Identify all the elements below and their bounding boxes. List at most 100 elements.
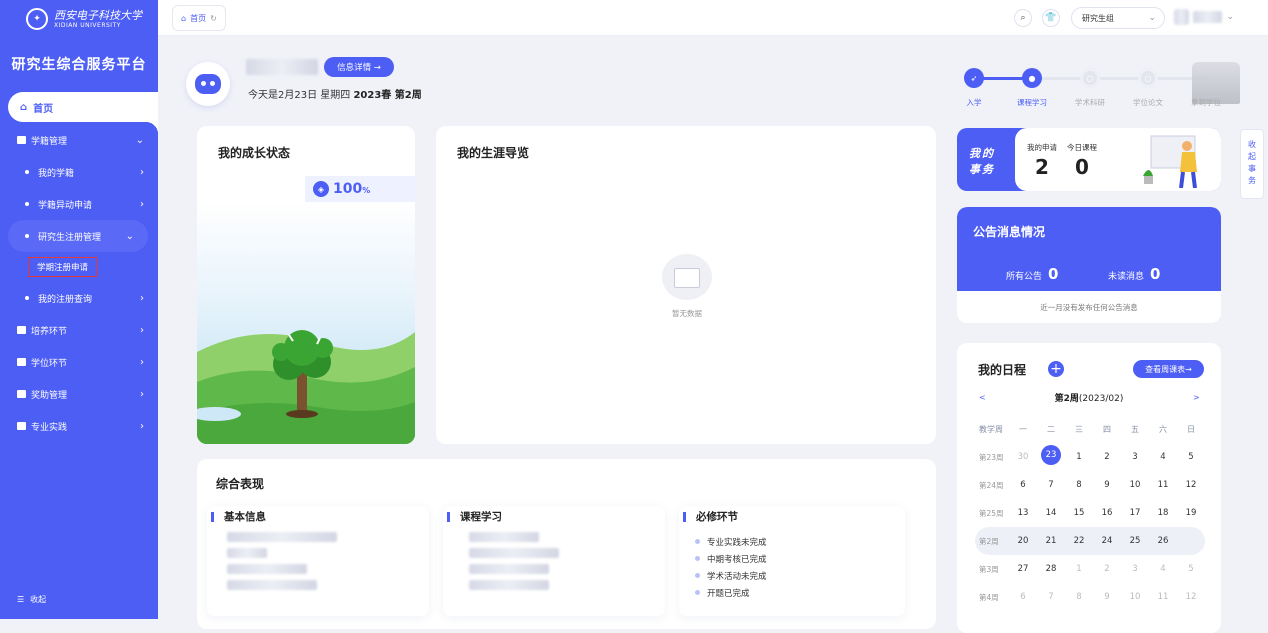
calendar-day[interactable]: 27 [1009,564,1037,574]
calendar-day[interactable]: 13 [1009,508,1037,518]
sidebar-group-6[interactable]: 培养环节 › [0,314,158,346]
step-label: 拿到学位 [1191,98,1221,107]
schedule-title: 我的日程 [978,363,1027,377]
calendar-day[interactable]: 6 [1009,592,1037,602]
view-week-schedule-button[interactable]: 查看周课表→ [1133,360,1204,378]
calendar-day[interactable]: 8 [1065,480,1093,490]
calendar-day[interactable]: 8 [1065,592,1093,602]
sidebar-subitem-3[interactable]: 研究生注册管理 ⌄ [8,220,148,252]
calendar-day[interactable]: 5 [1177,452,1205,462]
overall-title: 综合表现 [216,477,265,491]
calendar-day[interactable]: 26 [1149,536,1177,546]
tab-label: 首页 [190,13,207,23]
calendar-day[interactable]: 24 [1093,536,1121,546]
calendar-day[interactable]: 3 [1121,564,1149,574]
chevron-right-icon: › [140,388,144,400]
my-applications[interactable]: 我的申请 2 [1027,142,1057,179]
sidebar-group-9[interactable]: 专业实践 › [0,410,158,442]
overall-performance-card: 综合表现 基本信息 课程学习 必修环节 专业实践未完成 中期考核已完成 学术活动未完… [197,459,936,629]
sidebar-item-home[interactable]: ⌂ 首页 [8,92,158,134]
sidebar-item-label: 奖助管理 [31,390,68,401]
step-label: 学术科研 [1075,98,1105,107]
info-details-button[interactable]: 信息详情 → [324,57,394,77]
calendar-day[interactable]: 11 [1149,480,1177,490]
search-icon[interactable]: ⌕ [1014,9,1032,27]
weekday-header: 二 [1047,424,1055,434]
basic-info-blurred [227,532,337,596]
calendar-day[interactable]: 1 [1065,564,1093,574]
required-title: 必修环节 [683,512,738,522]
calendar-day[interactable]: 20 [1009,536,1037,546]
calendar-day[interactable]: 7 [1037,592,1065,602]
required-item: 开题已完成 [695,584,767,601]
calendar-day[interactable]: 22 [1065,536,1093,546]
sidebar-subitem-2[interactable]: 学籍异动申请 › [0,188,158,220]
today-courses[interactable]: 今日课程 0 [1067,142,1097,179]
role-select[interactable]: 研究生组 ⌄ [1071,7,1165,29]
tab-home[interactable]: ⌂ 首页 ↻ [172,5,226,31]
calendar-day[interactable]: 4 [1149,452,1177,462]
week-label: 第24周 [979,480,1004,490]
collapse-affairs-tab[interactable]: 收起事务 [1240,129,1264,199]
calendar-day[interactable]: 25 [1121,536,1149,546]
weekday-header: 日 [1187,424,1195,434]
calendar-day[interactable]: 16 [1093,508,1121,518]
growth-percent-unit: % [362,186,371,195]
calendar-day[interactable]: 17 [1121,508,1149,518]
calendar-header: 教学周 一 二 三 四 五 六 日 [975,415,1205,443]
refresh-icon[interactable]: ↻ [210,14,217,23]
user-menu[interactable]: ⌄ [1174,6,1234,28]
schedule-period: 第2周(2023/02) [1054,394,1124,404]
menu-icon [17,326,26,334]
calendar-day[interactable]: 12 [1177,592,1205,602]
calendar-day[interactable]: 7 [1037,480,1065,490]
calendar-day[interactable]: 6 [1009,480,1037,490]
sidebar-leaf-semester-registration[interactable]: 学期注册申请 [0,252,158,282]
calendar-day[interactable]: 19 [1177,508,1205,518]
sidebar-group-0[interactable]: 学籍管理 ⌄ [0,124,158,156]
calendar-day[interactable]: 30 [1009,452,1037,462]
calendar-day[interactable]: 9 [1093,592,1121,602]
calendar-day[interactable]: 10 [1121,592,1149,602]
calendar-day[interactable]: 11 [1149,592,1177,602]
step-icon: ○ [1138,68,1158,88]
calendar-day[interactable]: 14 [1037,508,1065,518]
unread-messages[interactable]: 未读消息 0 [1108,265,1160,283]
calendar-week-row: 第23周303112345 [975,443,1205,471]
all-notices[interactable]: 所有公告 0 [1006,265,1058,283]
growth-status-card: 我的成长状态 ◈ 100% [197,126,415,444]
sidebar-subitem-5[interactable]: 我的注册查询 › [0,282,158,314]
course-title: 课程学习 [447,512,502,522]
calendar-day[interactable]: 21 [1037,536,1065,546]
sidebar-group-8[interactable]: 奖助管理 › [0,378,158,410]
course-info-blurred [469,532,559,596]
calendar-day[interactable]: 9 [1093,480,1121,490]
calendar-day[interactable]: 10 [1121,480,1149,490]
robot-avatar-icon [186,62,230,106]
my-affairs-card: 我的 事务 我的申请 2 今日课程 0 [957,128,1221,191]
next-week-icon[interactable]: > [1193,393,1200,402]
sidebar-subitem-1[interactable]: 我的学籍 › [0,156,158,188]
calendar-day[interactable]: 4 [1149,564,1177,574]
teacher-illustration-icon [1143,135,1197,188]
calendar-day[interactable]: 15 [1065,508,1093,518]
calendar-day[interactable]: 28 [1037,564,1065,574]
calendar-day[interactable]: 12 [1177,480,1205,490]
prev-week-icon[interactable]: < [979,393,986,402]
calendar-day[interactable]: 2 [1093,564,1121,574]
chevron-right-icon: › [140,324,144,336]
collapse-sidebar-button[interactable]: ☰ 收起 [17,594,46,605]
sidebar-group-7[interactable]: 学位环节 › [0,346,158,378]
skin-icon[interactable]: 👕 [1042,9,1060,27]
collapse-label: 收起 [30,595,47,604]
calendar-day[interactable]: 3 [1121,452,1149,462]
step-icon: ● [1022,68,1042,88]
career-guide-card: 我的生涯导览 暂无数据 [436,126,936,444]
calendar-day-today[interactable]: 23 [1037,445,1065,465]
sidebar-menu: 学籍管理 ⌄ 我的学籍 › 学籍异动申请 › 研究生注册管理 ⌄ 学期注册申请 我的注册查询 › 培养… [0,124,158,442]
calendar-day[interactable]: 1 [1065,452,1093,462]
calendar-day[interactable]: 18 [1149,508,1177,518]
calendar-day[interactable]: 2 [1093,452,1121,462]
calendar-day[interactable]: 5 [1177,564,1205,574]
add-schedule-button[interactable]: + [1048,361,1064,377]
